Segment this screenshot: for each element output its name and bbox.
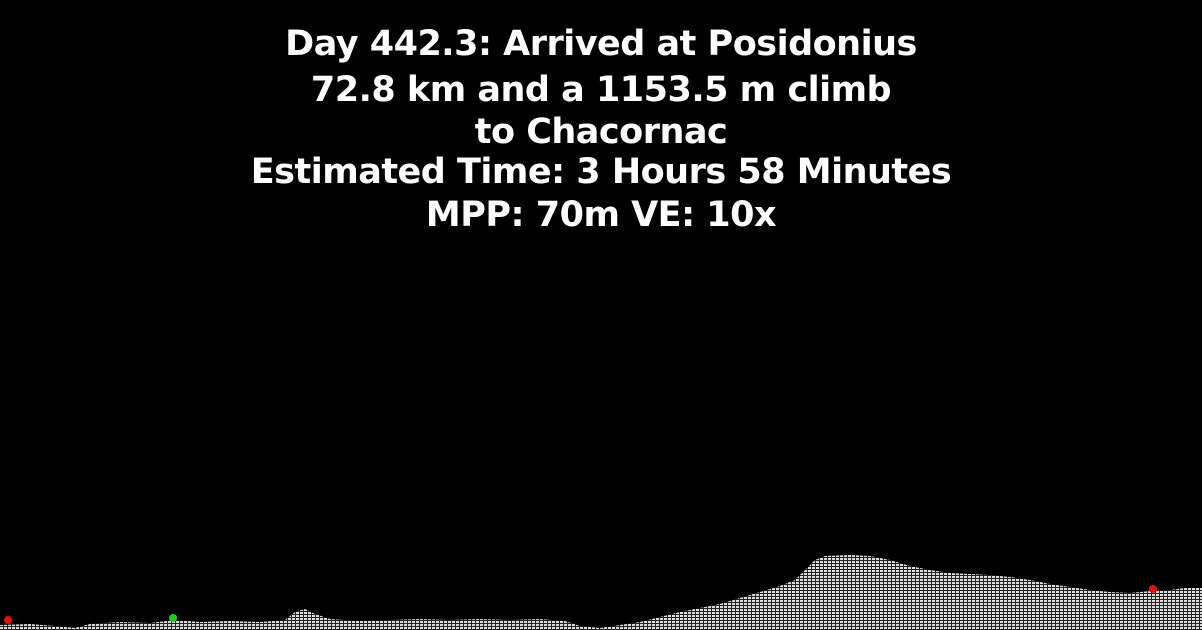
current-position-marker [169,614,177,622]
destination-marker [1149,585,1157,593]
elevation-profile [0,555,1202,630]
terrain-fill [0,555,1202,630]
route-profile-view: Day 442.3: Arrived at Posidonius 72.8 km… [0,0,1202,630]
start-marker [4,616,12,624]
